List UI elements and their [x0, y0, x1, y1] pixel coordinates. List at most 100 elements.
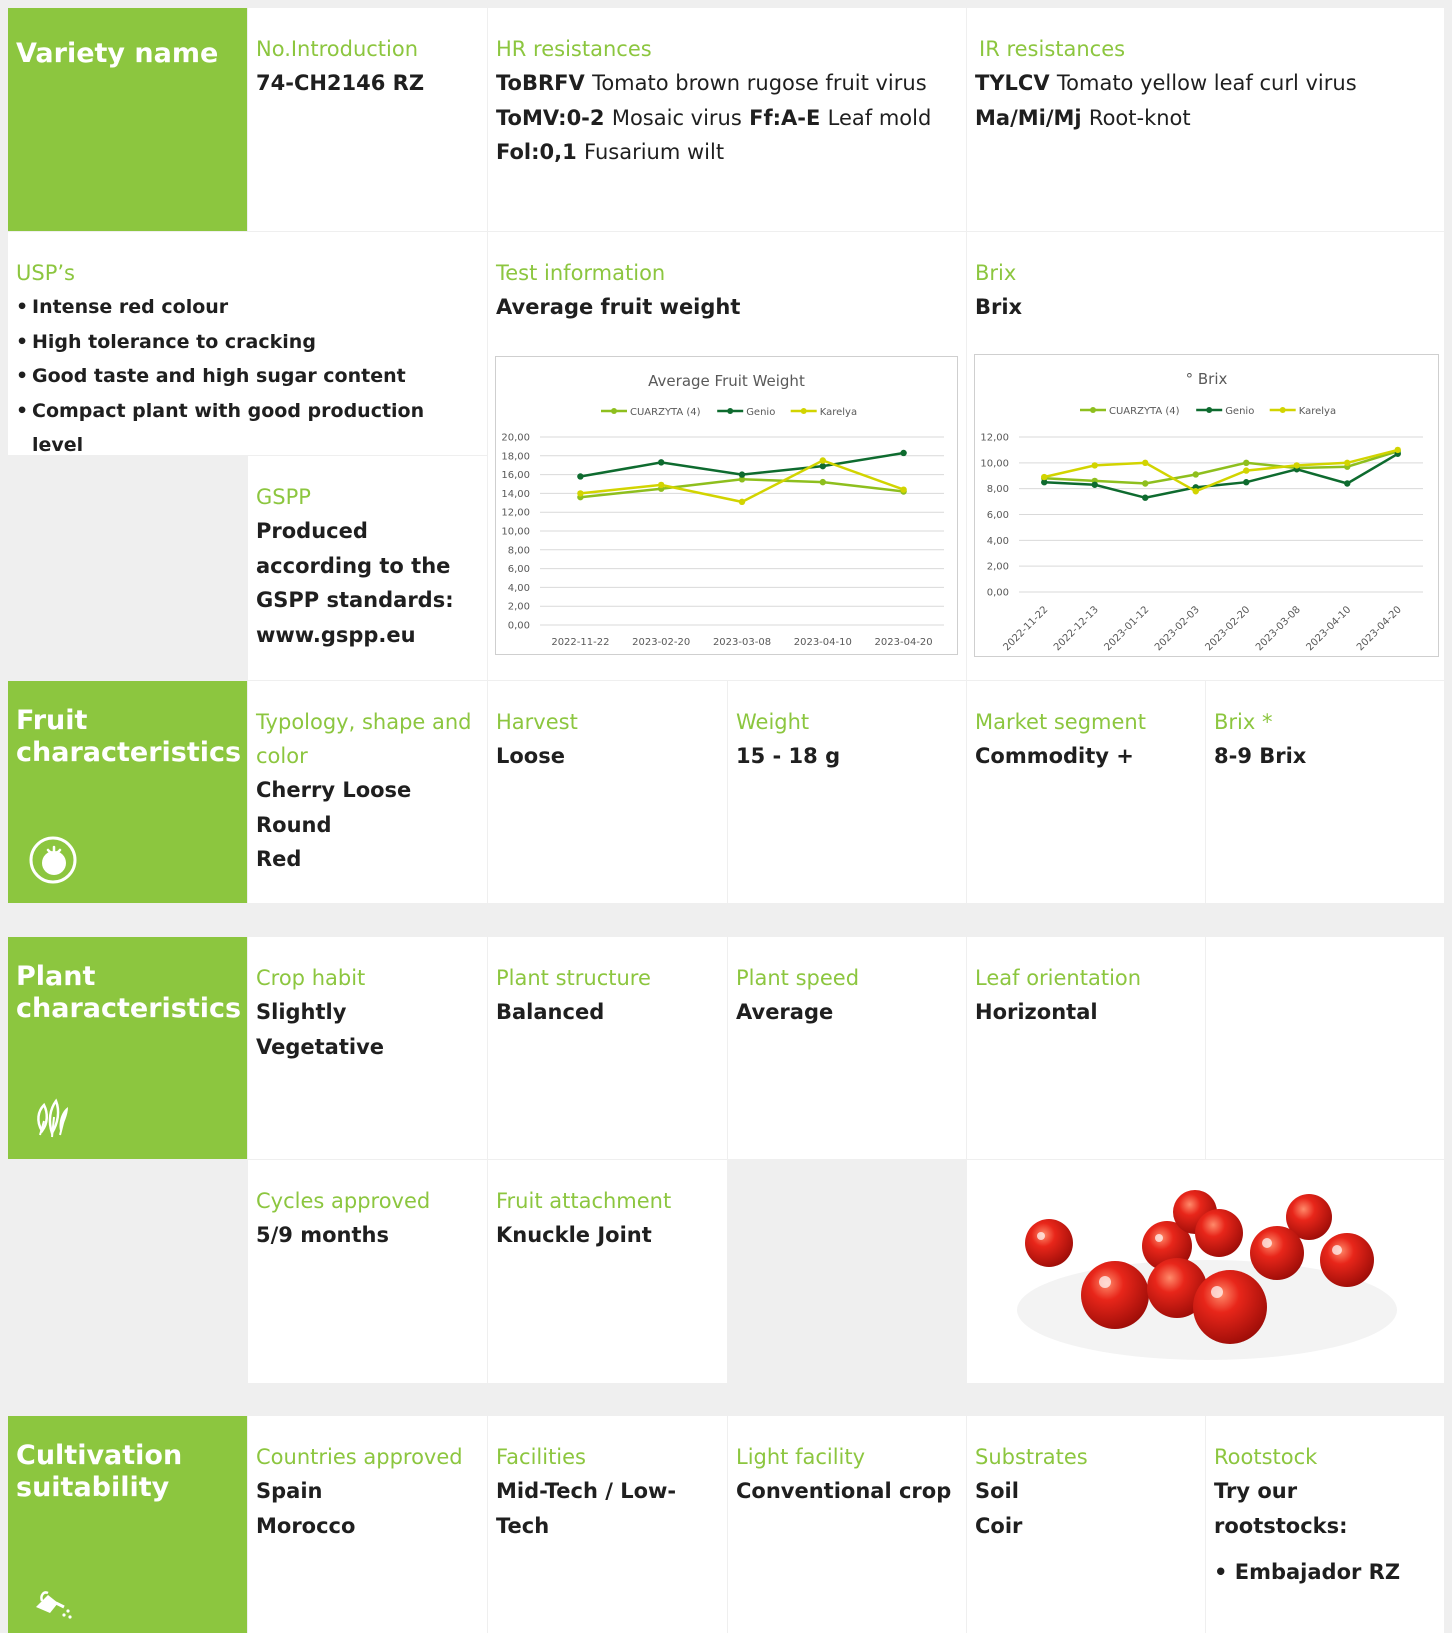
market-segment-value: Commodity +: [975, 744, 1134, 768]
substrates-cell: Substrates Soil Coir: [967, 1416, 1205, 1633]
fruit-brix-cell: Brix * 8-9 Brix: [1206, 681, 1444, 903]
cultivation-section-header: Cultivation suitability: [8, 1416, 247, 1633]
usp-item: Compact plant with good production level: [16, 394, 479, 456]
substrate-value: Soil: [975, 1479, 1019, 1503]
x-tick-label: 2023-02-20: [1203, 604, 1252, 653]
data-point: [1091, 481, 1098, 488]
y-tick-label: 10,00: [501, 527, 530, 538]
fruit-attachment-cell: Fruit attachment Knuckle Joint: [488, 1160, 727, 1383]
tomato-icon: [29, 836, 77, 884]
plant-structure-cell: Plant structure Balanced: [488, 937, 727, 1159]
ir-resistances-cell: IR resistances TYLCV Tomato yellow leaf …: [967, 8, 1444, 231]
chart-title: Average Fruit Weight: [648, 372, 805, 390]
plant-speed-value: Average: [736, 1000, 834, 1024]
data-point: [1243, 467, 1250, 474]
plant-structure-label: Plant structure: [496, 966, 651, 990]
data-point: [1142, 480, 1149, 487]
gspp-cell: GSPP Produced according to the GSPP stan…: [248, 456, 487, 680]
x-tick-label: 2023-04-10: [1304, 604, 1353, 653]
typology-label: color: [256, 744, 308, 768]
data-point: [1293, 462, 1300, 469]
fruit-attachment-value: Knuckle Joint: [496, 1223, 652, 1247]
hr-resistances-cell: HR resistances ToBRFV Tomato brown rugos…: [488, 8, 966, 231]
hr-name: Fusarium wilt: [584, 140, 725, 164]
data-point: [577, 473, 584, 480]
data-point: [1344, 459, 1351, 467]
plant-section-title: Plant: [16, 961, 96, 992]
cherry-tomatoes-photo-svg: [1017, 1190, 1397, 1360]
variety-section-title: Variety name: [16, 38, 219, 69]
rootstock-cell: Rootstock Try our rootstocks: • Embajado…: [1206, 1416, 1444, 1633]
weight-value: 15 - 18 g: [736, 744, 841, 768]
data-point: [577, 490, 584, 497]
ir-resistances-label: IR resistances: [979, 37, 1126, 61]
hr-code: Ff:A-E: [749, 105, 821, 130]
legend-marker: [611, 408, 617, 414]
ir-code: TYLCV: [975, 71, 1050, 95]
y-tick-label: 4,00: [987, 536, 1009, 547]
leaf-orientation-value: Horizontal: [975, 1000, 1098, 1024]
data-point: [738, 471, 746, 478]
no-introduction-cell: No.Introduction 74-CH2146 RZ: [248, 8, 487, 231]
fruit-section-title: Fruit: [16, 705, 88, 736]
legend-label: Genio: [1225, 406, 1254, 417]
data-point: [1243, 459, 1250, 467]
harvest-value: Loose: [496, 744, 565, 768]
typology-cell: Typology, shape and color Cherry Loose R…: [248, 681, 487, 903]
rootstock-item[interactable]: • Embajador RZ: [1214, 1555, 1436, 1590]
x-tick-label: 2023-03-08: [1254, 604, 1303, 653]
brix-chart-svg: ° Brix CUARZYTA (4) Genio Karelya 0,00 2,00 4,…: [980, 370, 1423, 653]
y-tick-label: 20,00: [501, 433, 530, 444]
y-tick-label: 4,00: [508, 583, 530, 594]
harvest-cell: Harvest Loose: [488, 681, 727, 903]
crop-habit-label: Crop habit: [256, 966, 366, 990]
ir-code: Ma/Mi/Mj: [975, 105, 1082, 130]
market-segment-cell: Market segment Commodity +: [967, 681, 1205, 903]
data-point: [1091, 462, 1098, 469]
data-point: [1142, 459, 1149, 467]
chart-title: ° Brix: [1186, 370, 1228, 388]
crop-habit-value: Slightly Vegetative: [256, 1000, 384, 1059]
y-tick-label: 10,00: [980, 458, 1009, 469]
x-tick-label: 2023-03-08: [713, 637, 771, 648]
legend-label: Karelya: [820, 407, 857, 418]
hr-name: Tomato brown rugose fruit virus: [592, 71, 927, 95]
ir-name: Root-knot: [1088, 105, 1191, 130]
data-point: [1192, 471, 1199, 478]
weight-cell: Weight 15 - 18 g: [728, 681, 966, 903]
country-value: Spain: [256, 1479, 323, 1503]
light-facility-cell: Light facility Conventional crop: [728, 1416, 966, 1633]
countries-approved-label: Countries approved: [256, 1445, 463, 1469]
hr-resistance-line: ToBRFV Tomato brown rugose fruit virus: [496, 66, 958, 101]
no-introduction-label: No.Introduction: [256, 37, 419, 61]
x-tick-label: 2022-12-13: [1052, 604, 1101, 653]
brix-chart: ° Brix CUARZYTA (4) Genio Karelya 0,00 2,00 4,…: [974, 354, 1439, 657]
gspp-link[interactable]: www.gspp.eu: [256, 618, 479, 653]
fruit-brix-value: 8-9 Brix: [1214, 744, 1307, 768]
hr-name: Leaf mold: [827, 105, 932, 130]
usp-item: Good taste and high sugar content: [16, 359, 479, 394]
data-point: [819, 478, 826, 486]
usps-list: Intense red colour High tolerance to cra…: [16, 290, 479, 455]
gspp-label: GSPP: [256, 485, 311, 509]
gspp-line: Produced: [256, 519, 368, 543]
fruit-weight-chart: Average Fruit Weight CUARZYTA (4) Genio Kar…: [495, 356, 958, 655]
y-tick-label: 6,00: [508, 564, 530, 575]
y-tick-label: 8,00: [987, 484, 1009, 495]
test-information-label: Test information: [496, 261, 666, 285]
legend-label: Karelya: [1299, 406, 1336, 417]
variety-section-header: Variety name: [8, 8, 247, 231]
plant-section-header: Plant characteristics: [8, 937, 247, 1159]
legend-marker: [727, 408, 734, 414]
brix-info-value: Brix: [975, 295, 1023, 319]
plant-speed-cell: Plant speed Average: [728, 937, 966, 1159]
hr-code: Fol:0,1: [496, 140, 577, 164]
legend-label: CUARZYTA (4): [630, 407, 701, 418]
country-value: Morocco: [256, 1513, 356, 1538]
data-point: [1142, 494, 1149, 501]
cultivation-section-title: suitability: [16, 1472, 170, 1503]
watering-can-icon: [36, 1591, 72, 1619]
facilities-cell: Facilities Mid-Tech / Low-Tech: [488, 1416, 727, 1633]
fruit-section-title: characteristics: [16, 737, 242, 768]
y-tick-label: 2,00: [987, 562, 1009, 573]
